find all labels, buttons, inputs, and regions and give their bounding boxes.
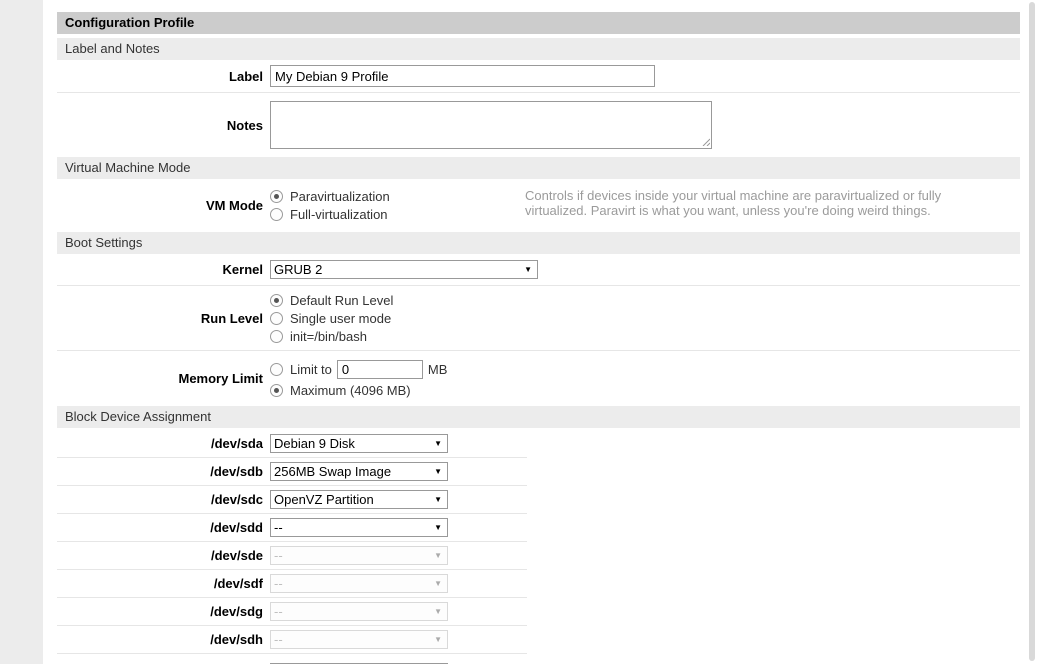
section-header-block-device-assignment: Block Device Assignment xyxy=(57,406,1020,428)
vm-mode-option-full-virtualization[interactable]: Full-virtualization xyxy=(270,206,390,224)
device-row-sdc: /dev/sdc OpenVZ Partition ▼ xyxy=(57,486,527,514)
vm-mode-help-text: Controls if devices inside your virtual … xyxy=(525,188,1005,218)
paravirtualization-radio-label[interactable]: Paravirtualization xyxy=(290,189,390,204)
device-row-sdh: /dev/sdh -- ▼ xyxy=(57,626,527,654)
device-sdd-label: /dev/sdd xyxy=(57,520,270,535)
memory-limit-unit-label: MB xyxy=(428,362,448,377)
init-bin-bash-radio-label[interactable]: init=/bin/bash xyxy=(290,329,367,344)
limit-to-radio[interactable] xyxy=(270,363,283,376)
vm-mode-option-paravirtualization[interactable]: Paravirtualization xyxy=(270,188,390,206)
page-title: Configuration Profile xyxy=(57,12,1020,34)
full-virtualization-radio-label[interactable]: Full-virtualization xyxy=(290,207,388,222)
device-sda-label: /dev/sda xyxy=(57,436,270,451)
single-user-mode-radio-label[interactable]: Single user mode xyxy=(290,311,391,326)
init-bin-bash-radio[interactable] xyxy=(270,330,283,343)
configuration-profile-panel: Configuration Profile Label and Notes La… xyxy=(57,12,1020,664)
kernel-row: Kernel GRUB 2 ▼ xyxy=(57,254,1020,286)
default-run-level-radio-label[interactable]: Default Run Level xyxy=(290,293,393,308)
device-sdh-label: /dev/sdh xyxy=(57,632,270,647)
notes-row: Notes xyxy=(57,93,1020,157)
kernel-field-label: Kernel xyxy=(57,262,270,277)
device-sdc-label: /dev/sdc xyxy=(57,492,270,507)
device-row-sdd: /dev/sdd -- ▼ xyxy=(57,514,527,542)
device-sdf-select[interactable]: -- xyxy=(270,574,448,593)
device-row-sdb: /dev/sdb 256MB Swap Image ▼ xyxy=(57,458,527,486)
label-input[interactable] xyxy=(270,65,655,87)
run-level-option-init-bash[interactable]: init=/bin/bash xyxy=(270,327,393,345)
single-user-mode-radio[interactable] xyxy=(270,312,283,325)
device-sdd-select[interactable]: -- xyxy=(270,518,448,537)
device-sde-label: /dev/sde xyxy=(57,548,270,563)
section-header-vm-mode: Virtual Machine Mode xyxy=(57,157,1020,179)
device-row-sda: /dev/sda Debian 9 Disk ▼ xyxy=(57,430,527,458)
run-level-option-single-user[interactable]: Single user mode xyxy=(270,309,393,327)
section-header-boot-settings: Boot Settings xyxy=(57,232,1020,254)
label-field-label: Label xyxy=(57,69,270,84)
memory-limit-option-limit-to[interactable]: Limit to MB xyxy=(270,358,447,382)
kernel-select[interactable]: GRUB 2 xyxy=(270,260,538,279)
full-virtualization-radio[interactable] xyxy=(270,208,283,221)
device-sde-select[interactable]: -- xyxy=(270,546,448,565)
device-row-initrd: initrd -- No initrd -- ▼ xyxy=(57,654,527,664)
vm-mode-field-label: VM Mode xyxy=(57,198,270,213)
block-device-table: /dev/sda Debian 9 Disk ▼ /dev/sdb 256MB … xyxy=(57,430,527,664)
label-row: Label xyxy=(57,60,1020,93)
memory-limit-field-label: Memory Limit xyxy=(57,371,270,386)
device-sdb-label: /dev/sdb xyxy=(57,464,270,479)
limit-to-radio-label[interactable]: Limit to xyxy=(290,362,332,377)
memory-limit-option-maximum[interactable]: Maximum (4096 MB) xyxy=(270,382,447,400)
run-level-option-default[interactable]: Default Run Level xyxy=(270,291,393,309)
device-sdc-select[interactable]: OpenVZ Partition xyxy=(270,490,448,509)
run-level-field-label: Run Level xyxy=(57,311,270,326)
maximum-memory-radio-label[interactable]: Maximum (4096 MB) xyxy=(290,383,411,398)
device-sdh-select[interactable]: -- xyxy=(270,630,448,649)
run-level-row: Run Level Default Run Level Single user … xyxy=(57,286,1020,351)
memory-limit-input[interactable] xyxy=(337,360,423,379)
vertical-scrollbar[interactable] xyxy=(1029,2,1035,661)
device-row-sde: /dev/sde -- ▼ xyxy=(57,542,527,570)
device-row-sdg: /dev/sdg -- ▼ xyxy=(57,598,527,626)
memory-limit-row: Memory Limit Limit to MB Maximum (4096 M… xyxy=(57,351,1020,406)
vm-mode-row: VM Mode Paravirtualization Full-virtuali… xyxy=(57,179,1020,232)
device-sda-select[interactable]: Debian 9 Disk xyxy=(270,434,448,453)
device-sdf-label: /dev/sdf xyxy=(57,576,270,591)
maximum-memory-radio[interactable] xyxy=(270,384,283,397)
notes-textarea[interactable] xyxy=(270,101,712,149)
paravirtualization-radio[interactable] xyxy=(270,190,283,203)
device-sdg-label: /dev/sdg xyxy=(57,604,270,619)
device-sdg-select[interactable]: -- xyxy=(270,602,448,621)
default-run-level-radio[interactable] xyxy=(270,294,283,307)
device-row-sdf: /dev/sdf -- ▼ xyxy=(57,570,527,598)
resize-grip-icon[interactable] xyxy=(701,137,710,146)
device-sdb-select[interactable]: 256MB Swap Image xyxy=(270,462,448,481)
notes-field-label: Notes xyxy=(57,118,270,133)
section-header-label-and-notes: Label and Notes xyxy=(57,38,1020,60)
page-gutter xyxy=(0,0,43,664)
